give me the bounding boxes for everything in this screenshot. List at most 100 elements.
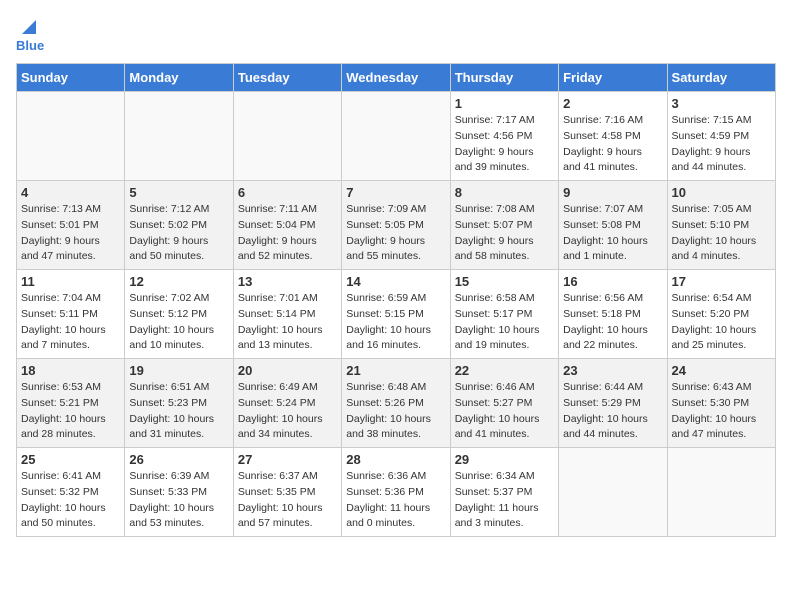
day-number: 27 <box>238 452 337 467</box>
calendar-table: SundayMondayTuesdayWednesdayThursdayFrid… <box>16 63 776 537</box>
day-detail: Sunrise: 6:36 AMSunset: 5:36 PMDaylight:… <box>346 469 445 532</box>
day-detail: Sunrise: 7:01 AMSunset: 5:14 PMDaylight:… <box>238 291 337 354</box>
calendar-week-2: 4Sunrise: 7:13 AMSunset: 5:01 PMDaylight… <box>17 181 776 270</box>
calendar-cell: 22 Sunrise: 6:46 AMSunset: 5:27 PMDayligh… <box>450 359 558 448</box>
day-detail: Sunrise: 6:53 AMSunset: 5:21 PMDaylight:… <box>21 380 120 443</box>
calendar-cell: 25 Sunrise: 6:41 AMSunset: 5:32 PMDayligh… <box>17 448 125 537</box>
calendar-cell <box>667 448 775 537</box>
day-detail: Sunrise: 7:08 AMSunset: 5:07 PMDaylight:… <box>455 202 554 265</box>
day-header-sunday: Sunday <box>17 64 125 92</box>
day-number: 17 <box>672 274 771 289</box>
calendar-cell: 21Sunrise: 6:48 AMSunset: 5:26 PMDayligh… <box>342 359 450 448</box>
calendar-cell: 20 Sunrise: 6:49 AMSunset: 5:24 PMDayligh… <box>233 359 341 448</box>
logo: Blue <box>16 16 44 53</box>
calendar-cell: 29 Sunrise: 6:34 AMSunset: 5:37 PMDayligh… <box>450 448 558 537</box>
calendar-cell: 2 Sunrise: 7:16 AMSunset: 4:58 PMDaylight… <box>559 92 667 181</box>
day-detail: Sunrise: 6:37 AMSunset: 5:35 PMDaylight:… <box>238 469 337 532</box>
calendar-cell: 28 Sunrise: 6:36 AMSunset: 5:36 PMDayligh… <box>342 448 450 537</box>
calendar-cell <box>233 92 341 181</box>
day-header-tuesday: Tuesday <box>233 64 341 92</box>
day-detail: Sunrise: 6:49 AMSunset: 5:24 PMDaylight:… <box>238 380 337 443</box>
calendar-cell: 3 Sunrise: 7:15 AMSunset: 4:59 PMDaylight… <box>667 92 775 181</box>
calendar-cell: 8 Sunrise: 7:08 AMSunset: 5:07 PMDaylight… <box>450 181 558 270</box>
day-number: 29 <box>455 452 554 467</box>
day-number: 13 <box>238 274 337 289</box>
day-number: 21 <box>346 363 445 378</box>
calendar-cell: 26 Sunrise: 6:39 AMSunset: 5:33 PMDayligh… <box>125 448 233 537</box>
day-number: 9 <box>563 185 662 200</box>
calendar-cell: 9 Sunrise: 7:07 AMSunset: 5:08 PMDaylight… <box>559 181 667 270</box>
day-detail: Sunrise: 7:09 AMSunset: 5:05 PMDaylight:… <box>346 202 445 265</box>
calendar-cell: 15Sunrise: 6:58 AMSunset: 5:17 PMDayligh… <box>450 270 558 359</box>
day-header-monday: Monday <box>125 64 233 92</box>
day-detail: Sunrise: 7:07 AMSunset: 5:08 PMDaylight:… <box>563 202 662 265</box>
day-number: 6 <box>238 185 337 200</box>
calendar-cell: 5 Sunrise: 7:12 AMSunset: 5:02 PMDaylight… <box>125 181 233 270</box>
day-number: 23 <box>563 363 662 378</box>
day-number: 16 <box>563 274 662 289</box>
day-number: 26 <box>129 452 228 467</box>
calendar-week-4: 18 Sunrise: 6:53 AMSunset: 5:21 PMDayligh… <box>17 359 776 448</box>
calendar-week-3: 11 Sunrise: 7:04 AMSunset: 5:11 PMDayligh… <box>17 270 776 359</box>
day-detail: Sunrise: 7:16 AMSunset: 4:58 PMDaylight:… <box>563 113 662 176</box>
day-detail: Sunrise: 7:12 AMSunset: 5:02 PMDaylight:… <box>129 202 228 265</box>
day-number: 8 <box>455 185 554 200</box>
calendar-cell: 4Sunrise: 7:13 AMSunset: 5:01 PMDaylight… <box>17 181 125 270</box>
calendar-week-1: 1 Sunrise: 7:17 AMSunset: 4:56 PMDaylight… <box>17 92 776 181</box>
day-header-friday: Friday <box>559 64 667 92</box>
page-header: Blue <box>16 16 776 53</box>
day-number: 10 <box>672 185 771 200</box>
calendar-cell <box>17 92 125 181</box>
calendar-cell: 17 Sunrise: 6:54 AMSunset: 5:20 PMDayligh… <box>667 270 775 359</box>
day-number: 18 <box>21 363 120 378</box>
day-number: 7 <box>346 185 445 200</box>
day-number: 12 <box>129 274 228 289</box>
calendar-cell: 7 Sunrise: 7:09 AMSunset: 5:05 PMDaylight… <box>342 181 450 270</box>
calendar-week-5: 25 Sunrise: 6:41 AMSunset: 5:32 PMDayligh… <box>17 448 776 537</box>
calendar-header-row: SundayMondayTuesdayWednesdayThursdayFrid… <box>17 64 776 92</box>
day-detail: Sunrise: 7:17 AMSunset: 4:56 PMDaylight:… <box>455 113 554 176</box>
day-header-wednesday: Wednesday <box>342 64 450 92</box>
day-detail: Sunrise: 6:58 AMSunset: 5:17 PMDaylight:… <box>455 291 554 354</box>
calendar-cell: 13 Sunrise: 7:01 AMSunset: 5:14 PMDayligh… <box>233 270 341 359</box>
calendar-cell <box>342 92 450 181</box>
calendar-cell: 18 Sunrise: 6:53 AMSunset: 5:21 PMDayligh… <box>17 359 125 448</box>
day-number: 28 <box>346 452 445 467</box>
day-number: 3 <box>672 96 771 111</box>
calendar-cell: 10 Sunrise: 7:05 AMSunset: 5:10 PMDayligh… <box>667 181 775 270</box>
day-number: 14 <box>346 274 445 289</box>
calendar-cell: 12Sunrise: 7:02 AMSunset: 5:12 PMDayligh… <box>125 270 233 359</box>
day-detail: Sunrise: 7:13 AMSunset: 5:01 PMDaylight:… <box>21 202 120 265</box>
day-number: 20 <box>238 363 337 378</box>
calendar-cell: 14 Sunrise: 6:59 AMSunset: 5:15 PMDayligh… <box>342 270 450 359</box>
day-detail: Sunrise: 7:05 AMSunset: 5:10 PMDaylight:… <box>672 202 771 265</box>
day-detail: Sunrise: 6:56 AMSunset: 5:18 PMDaylight:… <box>563 291 662 354</box>
day-detail: Sunrise: 6:54 AMSunset: 5:20 PMDaylight:… <box>672 291 771 354</box>
calendar-cell <box>559 448 667 537</box>
day-number: 1 <box>455 96 554 111</box>
day-detail: Sunrise: 6:43 AMSunset: 5:30 PMDaylight:… <box>672 380 771 443</box>
calendar-cell: 6Sunrise: 7:11 AMSunset: 5:04 PMDaylight… <box>233 181 341 270</box>
day-number: 2 <box>563 96 662 111</box>
logo-tagline: Blue <box>16 38 44 53</box>
calendar-cell: 27 Sunrise: 6:37 AMSunset: 5:35 PMDayligh… <box>233 448 341 537</box>
day-detail: Sunrise: 6:46 AMSunset: 5:27 PMDaylight:… <box>455 380 554 443</box>
day-number: 19 <box>129 363 228 378</box>
day-detail: Sunrise: 7:15 AMSunset: 4:59 PMDaylight:… <box>672 113 771 176</box>
day-number: 11 <box>21 274 120 289</box>
day-detail: Sunrise: 6:39 AMSunset: 5:33 PMDaylight:… <box>129 469 228 532</box>
day-detail: Sunrise: 6:44 AMSunset: 5:29 PMDaylight:… <box>563 380 662 443</box>
day-detail: Sunrise: 6:51 AMSunset: 5:23 PMDaylight:… <box>129 380 228 443</box>
day-number: 22 <box>455 363 554 378</box>
calendar-cell: 19 Sunrise: 6:51 AMSunset: 5:23 PMDayligh… <box>125 359 233 448</box>
day-number: 24 <box>672 363 771 378</box>
logo-icon <box>18 16 40 38</box>
day-detail: Sunrise: 7:04 AMSunset: 5:11 PMDaylight:… <box>21 291 120 354</box>
day-number: 5 <box>129 185 228 200</box>
day-number: 25 <box>21 452 120 467</box>
day-detail: Sunrise: 6:59 AMSunset: 5:15 PMDaylight:… <box>346 291 445 354</box>
day-detail: Sunrise: 6:34 AMSunset: 5:37 PMDaylight:… <box>455 469 554 532</box>
calendar-cell: 16 Sunrise: 6:56 AMSunset: 5:18 PMDayligh… <box>559 270 667 359</box>
day-detail: Sunrise: 6:41 AMSunset: 5:32 PMDaylight:… <box>21 469 120 532</box>
day-header-saturday: Saturday <box>667 64 775 92</box>
